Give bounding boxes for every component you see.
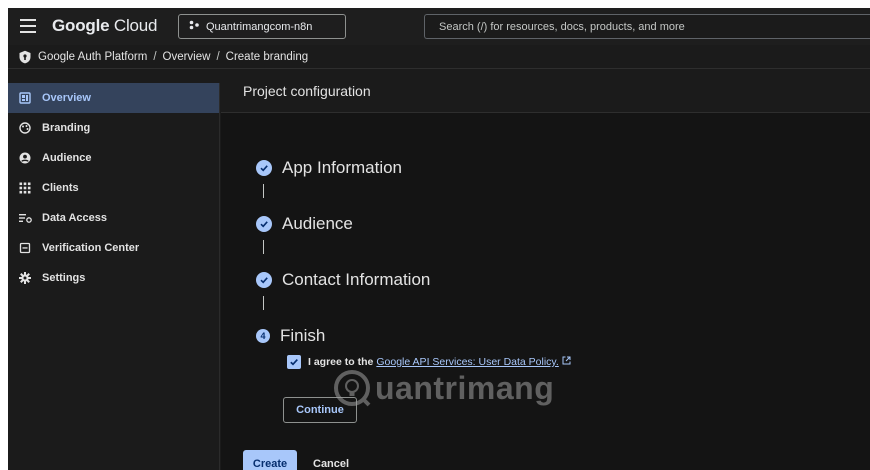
search-placeholder: Search (/) for resources, docs, products…: [439, 20, 685, 33]
step-contact-information[interactable]: Contact Information: [256, 270, 430, 290]
top-bar: Google Cloud Quantrimangcom-n8n Search (…: [8, 8, 870, 45]
breadcrumb-item-current: Create branding: [225, 50, 309, 63]
continue-button[interactable]: Continue: [283, 397, 357, 423]
breadcrumb: Google Auth Platform / Overview / Create…: [8, 45, 870, 69]
shield-icon: [19, 50, 31, 63]
step-connector: [263, 296, 264, 310]
sidebar-item-data-access[interactable]: Data Access: [8, 203, 219, 233]
sidebar-item-overview[interactable]: Overview: [8, 83, 219, 113]
sidebar-item-label: Branding: [42, 122, 91, 134]
sidebar-item-label: Data Access: [42, 212, 108, 224]
dashboard-icon: [18, 91, 32, 105]
palette-icon: [18, 121, 32, 135]
step-label: App Information: [282, 158, 403, 177]
step-label: Contact Information: [282, 270, 431, 289]
cancel-button[interactable]: Cancel: [313, 450, 349, 470]
breadcrumb-separator: /: [216, 50, 220, 63]
search-input[interactable]: Search (/) for resources, docs, products…: [424, 14, 870, 39]
watermark-text: uantrimang: [375, 369, 555, 406]
step-app-information[interactable]: App Information: [256, 158, 402, 178]
breadcrumb-item-platform[interactable]: Google Auth Platform: [38, 51, 147, 63]
grid-icon: [18, 181, 32, 195]
brand-cloud: Cloud: [113, 16, 158, 35]
agree-text: I agree to the: [308, 356, 374, 368]
main-header: Project configuration: [221, 69, 870, 113]
sidebar-item-label: Verification Center: [42, 242, 140, 254]
sidebar-item-label: Audience: [42, 152, 92, 164]
step-label: Audience: [282, 214, 353, 233]
check-circle-icon: [256, 160, 272, 176]
app-window: Google Cloud Quantrimangcom-n8n Search (…: [8, 8, 870, 470]
sidebar-item-settings[interactable]: Settings: [8, 263, 219, 293]
step-connector: [263, 184, 264, 198]
step-finish[interactable]: 4 Finish: [256, 326, 325, 346]
policy-agreement: I agree to the Google API Services: User…: [287, 355, 571, 369]
checklist-icon: [18, 241, 32, 255]
watermark: uantrimang: [333, 369, 554, 407]
page-title: Project configuration: [243, 83, 371, 99]
step-label: Finish: [280, 326, 326, 345]
project-picker[interactable]: Quantrimangcom-n8n: [178, 14, 346, 39]
agree-checkbox[interactable]: [287, 355, 301, 369]
google-cloud-logo[interactable]: Google Cloud: [52, 16, 158, 36]
breadcrumb-item-overview[interactable]: Overview: [163, 51, 211, 63]
sidebar-item-label: Clients: [42, 182, 79, 194]
step-number: 4: [256, 329, 270, 343]
policy-link[interactable]: Google API Services: User Data Policy.: [376, 356, 558, 368]
brand-google: Google: [52, 16, 110, 35]
main-content: Project configuration App Information Au…: [221, 69, 870, 470]
data-access-icon: [18, 211, 32, 225]
main-menu-icon[interactable]: [20, 19, 36, 33]
check-circle-icon: [256, 272, 272, 288]
sidebar-item-label: Overview: [42, 92, 91, 104]
sidebar-item-label: Settings: [42, 272, 86, 284]
project-icon: [189, 20, 200, 33]
sidebar-item-branding[interactable]: Branding: [8, 113, 219, 143]
external-link-icon[interactable]: [562, 356, 571, 368]
sidebar-item-verification-center[interactable]: Verification Center: [8, 233, 219, 263]
create-button[interactable]: Create: [243, 450, 297, 470]
sidebar-item-clients[interactable]: Clients: [8, 173, 219, 203]
breadcrumb-separator: /: [153, 50, 157, 63]
project-name: Quantrimangcom-n8n: [206, 20, 313, 33]
gear-icon: [18, 271, 32, 285]
step-connector: [263, 240, 264, 254]
sidebar-item-audience[interactable]: Audience: [8, 143, 219, 173]
sidebar: Overview Branding Audience Clients Data …: [8, 83, 220, 470]
account-icon: [18, 151, 32, 165]
step-audience[interactable]: Audience: [256, 214, 353, 234]
check-circle-icon: [256, 216, 272, 232]
